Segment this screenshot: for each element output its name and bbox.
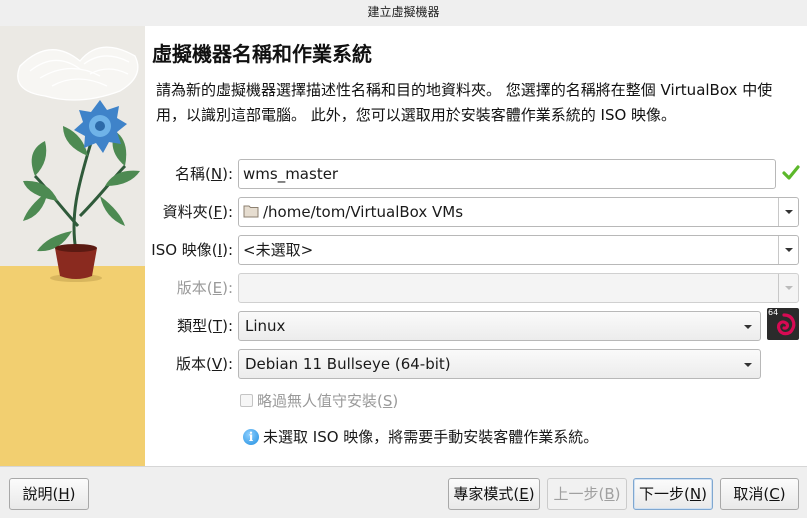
version-label: 版本(V): bbox=[93, 349, 233, 379]
chevron-down-icon bbox=[785, 210, 793, 214]
folder-label-end: ): bbox=[222, 203, 233, 221]
skip-unattended-checkbox: 略過無人值守安裝(S) bbox=[240, 390, 398, 412]
name-label-mnemonic: N bbox=[210, 165, 223, 183]
help-button-mnemonic: H bbox=[58, 485, 70, 503]
type-label: 類型(T): bbox=[93, 311, 233, 341]
name-input-value: wms_master bbox=[243, 165, 339, 183]
edition-combo bbox=[238, 273, 799, 303]
back-button-label: 上一步( bbox=[553, 485, 605, 503]
back-button-mnemonic: B bbox=[604, 485, 615, 503]
next-button-label-end: ) bbox=[701, 485, 707, 503]
name-label: 名稱(N): bbox=[93, 159, 233, 189]
next-button[interactable]: 下一步(N) bbox=[633, 478, 713, 510]
checkbox-box bbox=[240, 394, 253, 407]
folder-label-text: 資料夾( bbox=[162, 203, 214, 221]
info-icon: i bbox=[243, 429, 259, 445]
type-select[interactable]: Linux bbox=[238, 311, 761, 341]
folder-combo[interactable]: /home/tom/VirtualBox VMs bbox=[238, 197, 799, 227]
chevron-down-icon bbox=[785, 248, 793, 252]
edition-label: 版本(E): bbox=[93, 273, 233, 303]
skip-unattended-label: 略過無人值守安裝( bbox=[257, 392, 383, 410]
edition-label-end: ): bbox=[222, 279, 233, 297]
next-button-mnemonic: N bbox=[689, 485, 702, 503]
cancel-button-label: 取消( bbox=[733, 485, 770, 503]
type-label-text: 類型( bbox=[177, 317, 213, 335]
name-label-text: 名稱( bbox=[175, 165, 211, 183]
folder-icon bbox=[243, 205, 259, 218]
folder-dropdown-button[interactable] bbox=[778, 198, 798, 226]
chevron-down-icon bbox=[785, 286, 793, 290]
back-button-label-end: ) bbox=[614, 485, 621, 503]
version-label-end: ): bbox=[222, 355, 233, 373]
debian-swirl-icon: 64 bbox=[767, 308, 799, 340]
help-button[interactable]: 說明(H) bbox=[9, 478, 89, 510]
cancel-button-label-end: ) bbox=[779, 485, 786, 503]
help-button-label-end: ) bbox=[69, 485, 76, 503]
chevron-down-icon bbox=[744, 363, 752, 367]
version-label-mnemonic: V bbox=[211, 355, 223, 373]
window-title: 建立虛擬機器 bbox=[367, 5, 440, 19]
help-button-label: 說明( bbox=[22, 485, 59, 503]
os-64bit-badge: 64 bbox=[768, 308, 779, 317]
name-input[interactable]: wms_master bbox=[238, 159, 776, 189]
wizard-page: 虛擬機器名稱和作業系統 請為新的虛擬機器選擇描述性名稱和目的地資料夾。 您選擇的… bbox=[0, 26, 807, 466]
folder-label-mnemonic: F bbox=[213, 203, 223, 221]
skip-unattended-label-end: ) bbox=[392, 392, 399, 410]
type-value: Linux bbox=[245, 317, 286, 335]
type-label-end: ): bbox=[222, 317, 233, 335]
window-titlebar: 建立虛擬機器 bbox=[0, 0, 807, 26]
iso-combo[interactable]: <未選取> bbox=[238, 235, 799, 265]
edition-label-mnemonic: E bbox=[212, 279, 223, 297]
version-select[interactable]: Debian 11 Bullseye (64-bit) bbox=[238, 349, 761, 379]
name-label-end: ): bbox=[222, 165, 233, 183]
version-value: Debian 11 Bullseye (64-bit) bbox=[245, 355, 451, 373]
button-bar: 說明(H) 專家模式(E) 上一步(B) 下一步(N) 取消(C) bbox=[0, 466, 807, 518]
next-button-label: 下一步( bbox=[639, 485, 690, 503]
folder-value: /home/tom/VirtualBox VMs bbox=[263, 203, 464, 221]
chevron-down-icon bbox=[744, 325, 752, 329]
expert-button-label-end: ) bbox=[528, 485, 535, 503]
type-label-mnemonic: T bbox=[212, 317, 223, 335]
folder-label: 資料夾(F): bbox=[93, 197, 233, 227]
expert-mode-button[interactable]: 專家模式(E) bbox=[448, 478, 540, 510]
page-title: 虛擬機器名稱和作業系統 bbox=[152, 42, 372, 66]
version-label-text: 版本( bbox=[175, 355, 212, 373]
iso-label-text: ISO 映像( bbox=[151, 241, 218, 259]
expert-button-mnemonic: E bbox=[519, 485, 529, 503]
iso-dropdown-button[interactable] bbox=[778, 236, 798, 264]
back-button: 上一步(B) bbox=[547, 478, 627, 510]
page-description: 請為新的虛擬機器選擇描述性名稱和目的地資料夾。 您選擇的名稱將在整個 Virtu… bbox=[156, 81, 773, 124]
iso-label-end: ): bbox=[222, 241, 233, 259]
skip-unattended-mnemonic: S bbox=[382, 392, 393, 410]
iso-label: ISO 映像(I): bbox=[93, 235, 233, 265]
expert-button-label: 專家模式( bbox=[453, 485, 520, 503]
iso-value: <未選取> bbox=[243, 241, 314, 259]
info-message: i 未選取 ISO 映像，將需要手動安裝客體作業系統。 bbox=[243, 426, 598, 448]
cancel-button-mnemonic: C bbox=[769, 485, 780, 503]
cancel-button[interactable]: 取消(C) bbox=[720, 478, 799, 510]
edition-dropdown-button bbox=[778, 274, 798, 302]
check-icon bbox=[782, 165, 800, 180]
info-text: 未選取 ISO 映像，將需要手動安裝客體作業系統。 bbox=[263, 428, 599, 446]
edition-label-text: 版本( bbox=[176, 279, 213, 297]
